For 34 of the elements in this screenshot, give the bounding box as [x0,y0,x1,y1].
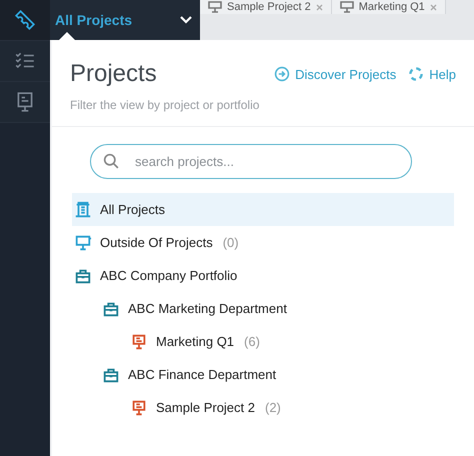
ticket-icon [14,9,36,31]
rail-item[interactable] [0,82,50,123]
briefcase-icon [102,300,120,318]
presentation-icon [130,332,148,350]
item-count: (0) [222,235,239,250]
tree-item[interactable]: Sample Project 2 (2) [72,391,454,424]
briefcase-icon [74,266,92,284]
tree-item[interactable]: Outside Of Projects (0) [72,226,454,259]
item-count: (6) [244,334,260,349]
tree-item[interactable]: ABC Marketing Department [72,292,454,325]
item-count: (2) [265,400,281,415]
tab[interactable]: Marketing Q1 [332,0,446,14]
presentation-icon [74,234,92,252]
rail-item[interactable] [0,41,50,82]
tab[interactable]: Sample Project 2 [200,0,332,14]
tree-item[interactable]: Marketing Q1 (6) [72,325,454,358]
header-title: All Projects [55,12,132,28]
arrow-circle-icon [274,66,290,82]
briefcase-icon [102,366,120,384]
presentation-icon [208,1,222,13]
presentation-icon [340,1,354,13]
tree-item[interactable]: ABC Finance Department [72,358,454,391]
tab-label: Marketing Q1 [358,1,425,13]
panel-title: Projects [70,60,157,88]
search-field[interactable]: search projects... [90,144,412,179]
presentation-icon [130,398,148,416]
building-icon [74,200,92,218]
search-icon [103,153,120,170]
tab-label: Sample Project 2 [227,1,311,13]
tree-item[interactable]: ABC Company Portfolio [72,259,454,292]
chevron-down-icon[interactable] [180,16,192,24]
tree-item[interactable]: All Projects [72,193,454,226]
lifebuoy-icon [408,66,424,82]
panel-subtitle: Filter the view by project or portfolio [70,98,260,112]
